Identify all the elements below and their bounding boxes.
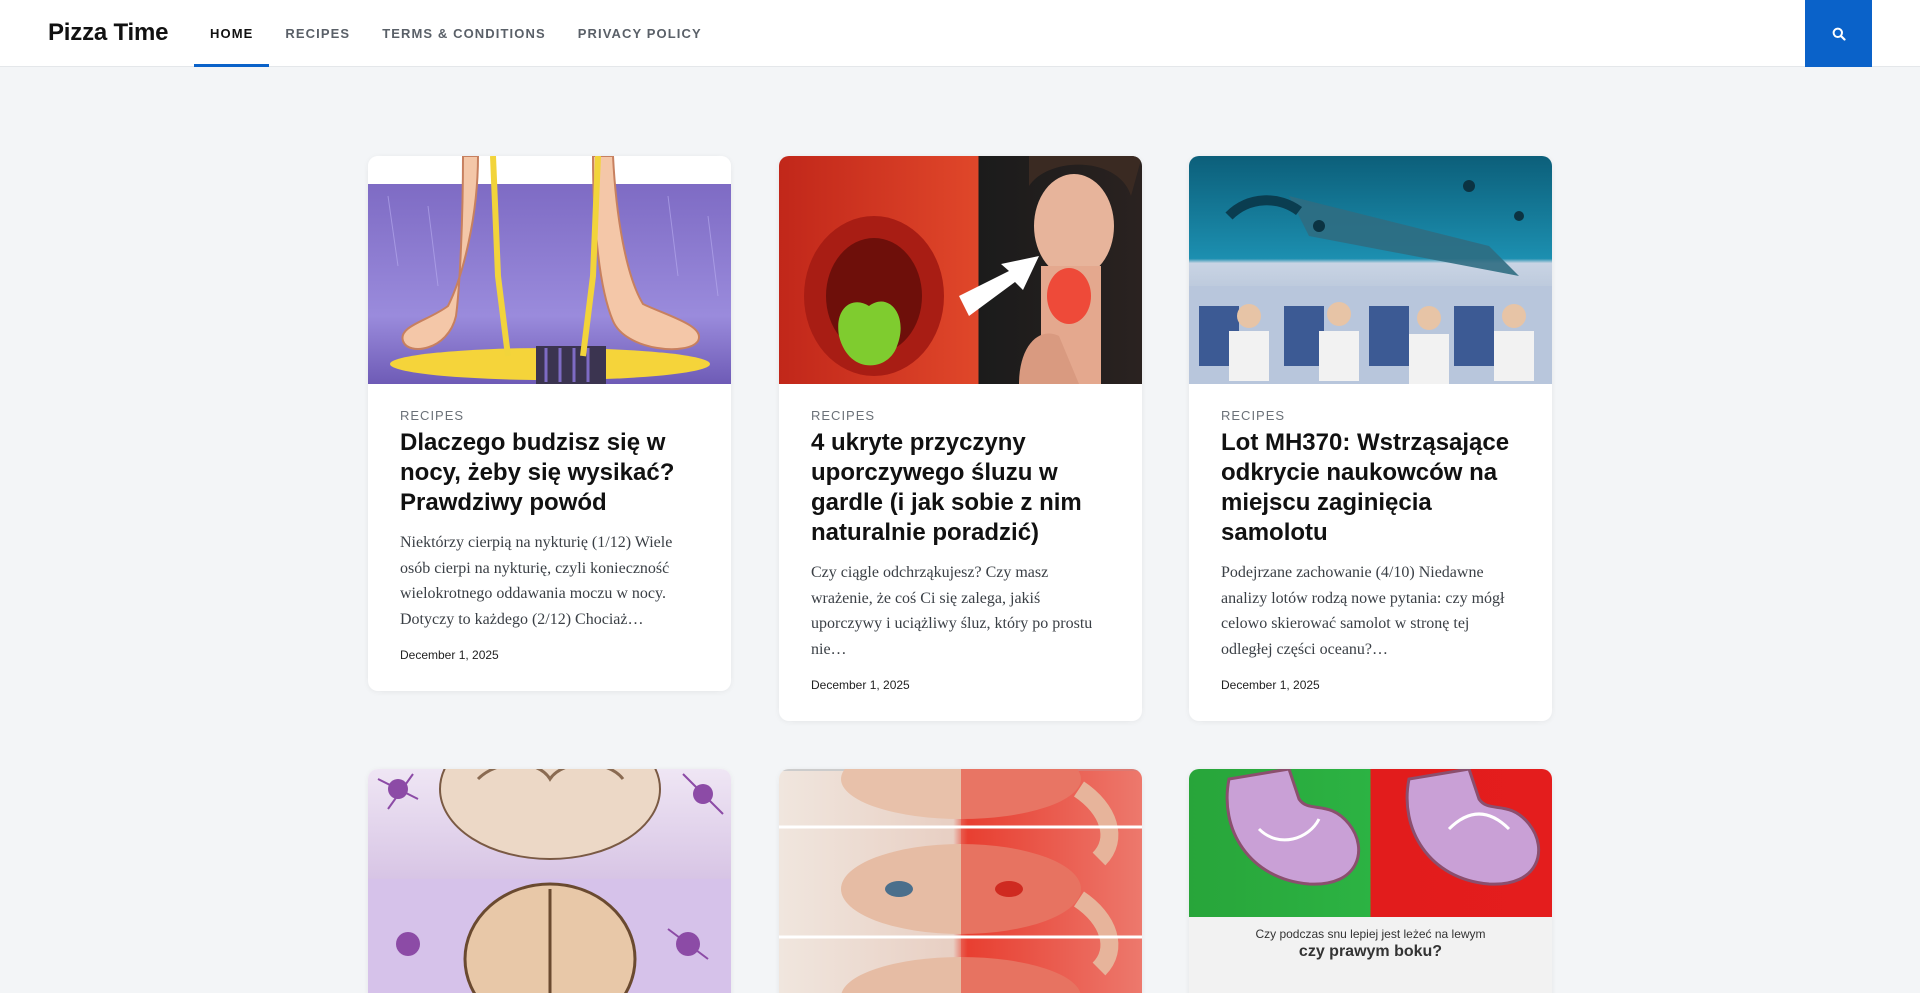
nav-item-terms[interactable]: TERMS & CONDITIONS [366, 0, 562, 67]
post-card [779, 769, 1142, 993]
post-title[interactable]: Dlaczego budzisz się w nocy, żeby się wy… [400, 428, 699, 518]
post-category[interactable]: RECIPES [400, 408, 699, 423]
post-thumbnail[interactable]: Czy podczas snu lepiej jest leżeć na lew… [1189, 769, 1552, 993]
post-title[interactable]: Lot MH370: Wstrząsające odkrycie naukowc… [1221, 428, 1520, 548]
plane-wreck-illustration [1189, 180, 1552, 384]
post-excerpt: Podejrzane zachowanie (4/10) Niedawne an… [1221, 564, 1505, 658]
post-card: RECIPES 4 ukryte przyczyny uporczywego ś… [779, 156, 1142, 721]
post-thumbnail[interactable] [1189, 156, 1552, 384]
post-thumbnail[interactable] [779, 769, 1142, 993]
post-card: RECIPES Dlaczego budzisz się w nocy, żeb… [368, 156, 731, 691]
feet-illustration [387, 156, 719, 384]
nav-item-home[interactable]: HOME [194, 0, 270, 67]
post-date: December 1, 2025 [1221, 678, 1320, 692]
nav-item-privacy[interactable]: PRIVACY POLICY [562, 0, 718, 67]
post-card: RECIPES Lot MH370: Wstrząsające odkrycie… [1189, 156, 1552, 721]
post-thumbnail[interactable] [779, 156, 1142, 384]
post-card: Czy podczas snu lepiej jest leżeć na lew… [1189, 769, 1552, 993]
site-title[interactable]: Pizza Time [48, 19, 168, 47]
post-category[interactable]: RECIPES [811, 408, 1110, 423]
search-icon [1832, 27, 1846, 41]
search-button[interactable] [1805, 0, 1872, 67]
post-date: December 1, 2025 [400, 648, 499, 662]
thumbnail-caption: Czy podczas snu lepiej jest leżeć na lew… [1189, 917, 1552, 993]
post-excerpt: Czy ciągle odchrząkujesz? Czy masz wraże… [811, 564, 1093, 658]
post-thumbnail[interactable] [368, 769, 731, 993]
nav-item-recipes[interactable]: RECIPES [269, 0, 366, 67]
post-title[interactable]: 4 ukryte przyczyny uporczywego śluzu w g… [811, 428, 1110, 548]
throat-illustration [804, 156, 1142, 384]
headache-illustration [779, 769, 1142, 993]
post-excerpt: Niektórzy cierpią na nykturię (1/12) Wie… [400, 534, 673, 628]
site-header: Pizza Time HOME RECIPES TERMS & CONDITIO… [0, 0, 1920, 67]
post-category[interactable]: RECIPES [1221, 408, 1520, 423]
post-date: December 1, 2025 [811, 678, 910, 692]
main-nav: HOME RECIPES TERMS & CONDITIONS PRIVACY … [194, 0, 718, 67]
post-card [368, 769, 731, 993]
brain-illustration [368, 769, 731, 993]
thumbnail-caption-line2: czy prawym boku? [1298, 943, 1443, 960]
thumbnail-caption-line1: Czy podczas snu lepiej jest leżeć na lew… [1255, 927, 1486, 941]
post-thumbnail[interactable] [368, 156, 731, 384]
